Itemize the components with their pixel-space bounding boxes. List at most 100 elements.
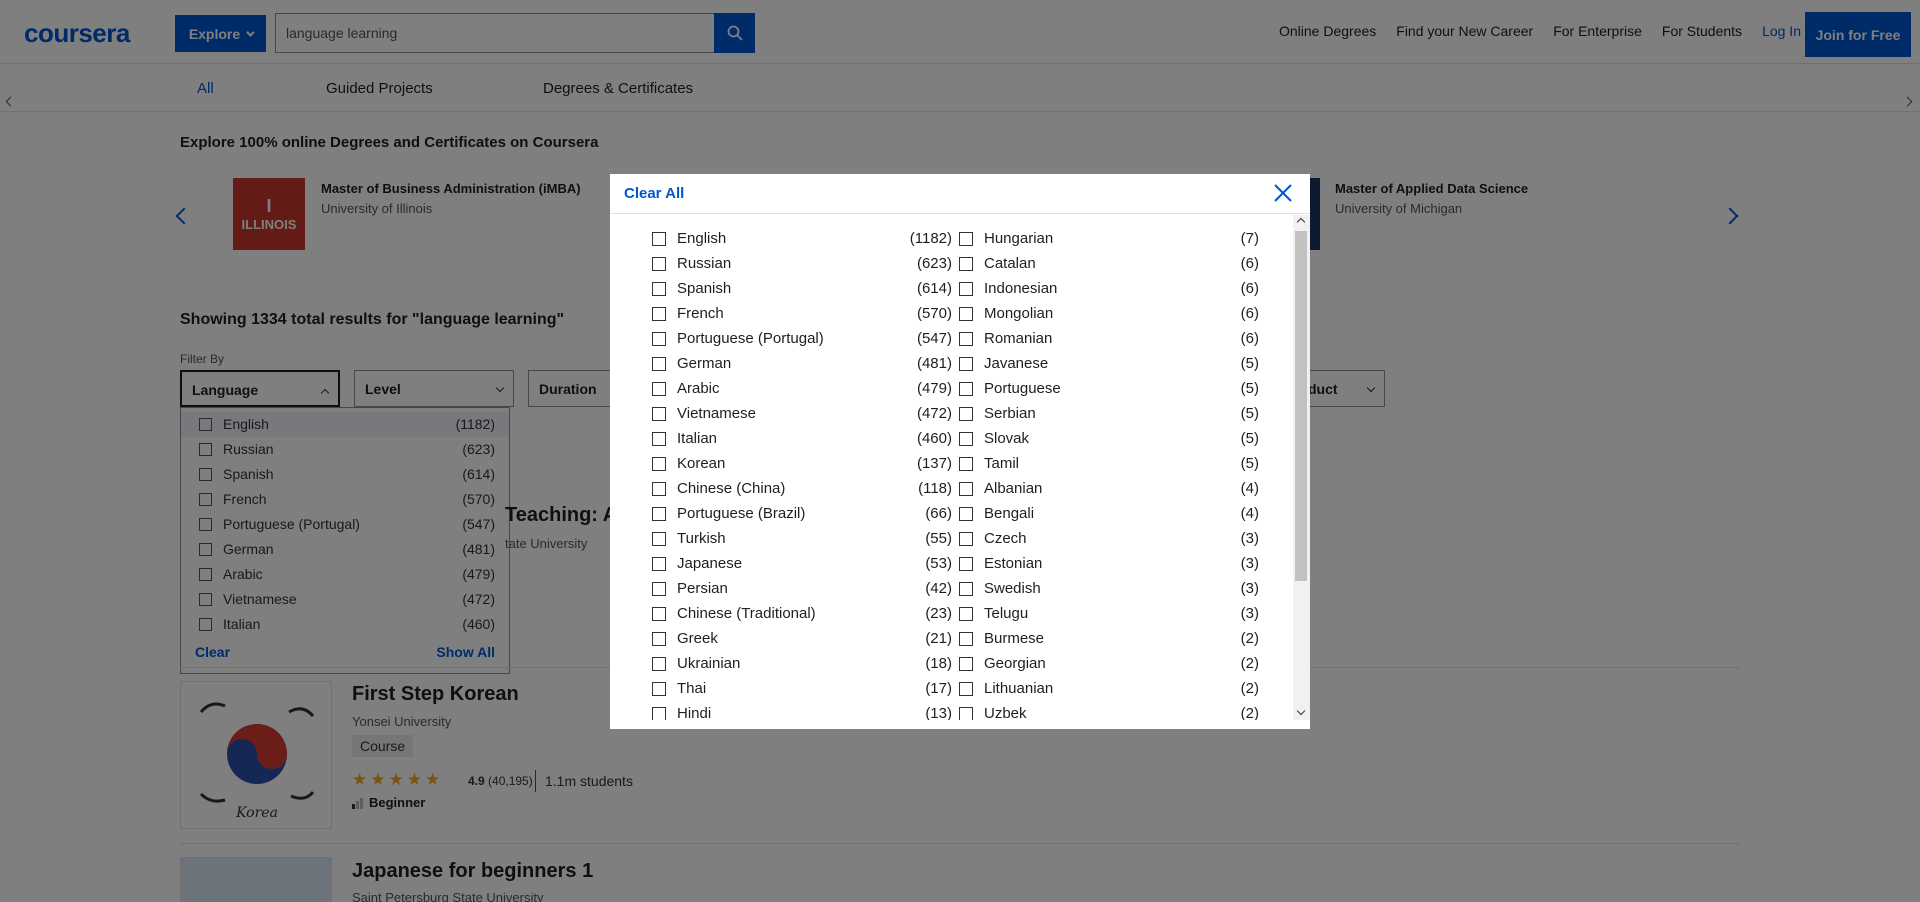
- language-option[interactable]: Georgian (2): [959, 652, 1259, 677]
- option-count: (2): [1240, 705, 1259, 720]
- scroll-up-icon[interactable]: [1296, 217, 1306, 227]
- language-option[interactable]: Albanian (4): [959, 477, 1259, 502]
- checkbox[interactable]: [652, 332, 666, 346]
- checkbox[interactable]: [652, 307, 666, 321]
- option-count: (614): [916, 280, 952, 297]
- checkbox[interactable]: [959, 582, 973, 596]
- checkbox[interactable]: [652, 557, 666, 571]
- checkbox[interactable]: [652, 407, 666, 421]
- checkbox[interactable]: [959, 532, 973, 546]
- option-label: Hindi: [677, 705, 712, 720]
- language-option[interactable]: German (481): [652, 352, 952, 377]
- language-option[interactable]: Serbian (5): [959, 402, 1259, 427]
- checkbox[interactable]: [959, 282, 973, 296]
- language-option[interactable]: Portuguese (Portugal) (547): [652, 327, 952, 352]
- option-label: Persian: [677, 580, 728, 597]
- language-option[interactable]: Mongolian (6): [959, 302, 1259, 327]
- checkbox[interactable]: [652, 457, 666, 471]
- checkbox[interactable]: [959, 457, 973, 471]
- language-option[interactable]: Chinese (Traditional) (23): [652, 602, 952, 627]
- option-count: (4): [1240, 505, 1259, 522]
- checkbox[interactable]: [959, 257, 973, 271]
- checkbox[interactable]: [652, 657, 666, 671]
- language-option[interactable]: Telugu (3): [959, 602, 1259, 627]
- language-option[interactable]: French (570): [652, 302, 952, 327]
- option-label: Turkish: [677, 530, 726, 547]
- checkbox[interactable]: [652, 532, 666, 546]
- option-count: (6): [1240, 305, 1259, 322]
- language-option[interactable]: Ukrainian (18): [652, 652, 952, 677]
- language-option[interactable]: Swedish (3): [959, 577, 1259, 602]
- language-option[interactable]: Russian (623): [652, 252, 952, 277]
- language-option[interactable]: Italian (460): [652, 427, 952, 452]
- language-option[interactable]: Vietnamese (472): [652, 402, 952, 427]
- modal-options-list[interactable]: English (1182) Russian (623) Spanish (614) Fre…: [610, 215, 1293, 720]
- language-option[interactable]: English (1182): [652, 227, 952, 252]
- language-option[interactable]: Korean (137): [652, 452, 952, 477]
- checkbox[interactable]: [652, 357, 666, 371]
- option-label: Greek: [677, 630, 718, 647]
- language-option[interactable]: Greek (21): [652, 627, 952, 652]
- language-option[interactable]: Slovak (5): [959, 427, 1259, 452]
- checkbox[interactable]: [652, 482, 666, 496]
- checkbox[interactable]: [959, 382, 973, 396]
- checkbox[interactable]: [652, 257, 666, 271]
- checkbox[interactable]: [959, 482, 973, 496]
- language-option[interactable]: Indonesian (6): [959, 277, 1259, 302]
- language-option[interactable]: Turkish (55): [652, 527, 952, 552]
- checkbox[interactable]: [959, 707, 973, 720]
- language-option[interactable]: Javanese (5): [959, 352, 1259, 377]
- option-label: Portuguese: [984, 380, 1061, 397]
- checkbox[interactable]: [959, 557, 973, 571]
- checkbox[interactable]: [652, 632, 666, 646]
- language-option[interactable]: Thai (17): [652, 677, 952, 702]
- scroll-thumb[interactable]: [1295, 231, 1307, 581]
- checkbox[interactable]: [652, 682, 666, 696]
- language-option[interactable]: Catalan (6): [959, 252, 1259, 277]
- checkbox[interactable]: [652, 382, 666, 396]
- checkbox[interactable]: [959, 432, 973, 446]
- language-option[interactable]: Tamil (5): [959, 452, 1259, 477]
- language-option[interactable]: Hindi (13): [652, 702, 952, 720]
- checkbox[interactable]: [652, 432, 666, 446]
- close-icon[interactable]: [1272, 182, 1294, 204]
- language-option[interactable]: Spanish (614): [652, 277, 952, 302]
- checkbox[interactable]: [959, 607, 973, 621]
- checkbox[interactable]: [959, 357, 973, 371]
- modal-scrollbar[interactable]: [1293, 215, 1310, 720]
- language-option[interactable]: Portuguese (Brazil) (66): [652, 502, 952, 527]
- language-option[interactable]: Uzbek (2): [959, 702, 1259, 720]
- clear-all-button[interactable]: Clear All: [624, 185, 684, 202]
- checkbox[interactable]: [959, 307, 973, 321]
- language-option[interactable]: Persian (42): [652, 577, 952, 602]
- checkbox[interactable]: [959, 682, 973, 696]
- language-option[interactable]: Bengali (4): [959, 502, 1259, 527]
- language-option[interactable]: Czech (3): [959, 527, 1259, 552]
- checkbox[interactable]: [959, 657, 973, 671]
- language-option[interactable]: Chinese (China) (118): [652, 477, 952, 502]
- checkbox[interactable]: [652, 507, 666, 521]
- option-label: Romanian: [984, 330, 1053, 347]
- language-option[interactable]: Romanian (6): [959, 327, 1259, 352]
- checkbox[interactable]: [959, 632, 973, 646]
- checkbox[interactable]: [959, 332, 973, 346]
- language-option[interactable]: Arabic (479): [652, 377, 952, 402]
- checkbox[interactable]: [652, 707, 666, 720]
- checkbox[interactable]: [652, 232, 666, 246]
- checkbox[interactable]: [652, 582, 666, 596]
- checkbox[interactable]: [959, 407, 973, 421]
- language-option[interactable]: Lithuanian (2): [959, 677, 1259, 702]
- checkbox[interactable]: [959, 232, 973, 246]
- option-count: (6): [1240, 330, 1259, 347]
- scroll-down-icon[interactable]: [1296, 706, 1306, 716]
- language-option[interactable]: Japanese (53): [652, 552, 952, 577]
- checkbox[interactable]: [959, 507, 973, 521]
- language-option[interactable]: Burmese (2): [959, 627, 1259, 652]
- checkbox[interactable]: [652, 607, 666, 621]
- language-option[interactable]: Hungarian (7): [959, 227, 1259, 252]
- language-option[interactable]: Estonian (3): [959, 552, 1259, 577]
- language-option[interactable]: Portuguese (5): [959, 377, 1259, 402]
- checkbox[interactable]: [652, 282, 666, 296]
- option-label: French: [677, 305, 724, 322]
- option-label: Bengali: [984, 505, 1035, 522]
